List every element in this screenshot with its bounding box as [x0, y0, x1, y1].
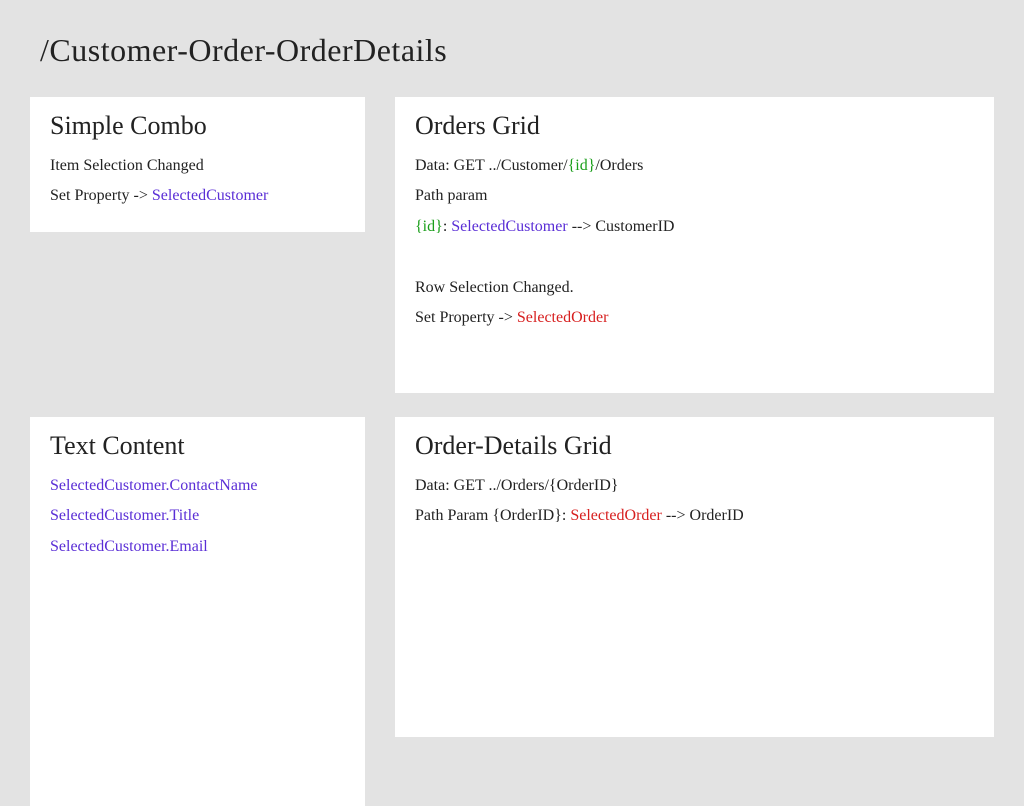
data-label-pre: Data: GET ../Customer/	[415, 157, 568, 174]
order-details-data-line: Data: GET ../Orders/{OrderID}	[415, 471, 974, 501]
spacer	[415, 242, 974, 272]
od-pp-post: --> OrderID	[662, 507, 744, 524]
path-param-label: Path param	[415, 181, 974, 211]
path-param-binding: {id}: SelectedCustomer --> CustomerID	[415, 212, 974, 242]
card-orders-grid: Orders Grid Data: GET ../Customer/{id}/O…	[395, 97, 994, 393]
binding-contact-name: SelectedCustomer.ContactName	[50, 471, 345, 501]
card-order-details: Order-Details Grid Data: GET ../Orders/{…	[395, 417, 994, 737]
wireframe-page: /Customer-Order-OrderDetails Simple Comb…	[0, 0, 1024, 806]
set-property-label-2: Set Property ->	[415, 309, 517, 326]
var-selected-customer: SelectedCustomer	[152, 187, 268, 204]
od-pp-pre: Path Param {OrderID}:	[415, 507, 570, 524]
path-token-id-2: {id}	[415, 218, 443, 235]
page-title: /Customer-Order-OrderDetails	[40, 32, 994, 69]
pp-arrow: --> CustomerID	[568, 218, 675, 235]
card-text-content: Text Content SelectedCustomer.ContactNam…	[30, 417, 365, 806]
row-selection-event: Row Selection Changed.	[415, 273, 974, 303]
data-label-post: /Orders	[595, 157, 643, 174]
orders-data-line: Data: GET ../Customer/{id}/Orders	[415, 151, 974, 181]
layout-grid: Simple Combo Item Selection Changed Set …	[30, 97, 994, 806]
simple-combo-event: Item Selection Changed	[50, 151, 345, 181]
var-selected-order: SelectedOrder	[517, 309, 609, 326]
var-selected-order-2: SelectedOrder	[570, 507, 662, 524]
binding-title: SelectedCustomer.Title	[50, 501, 345, 531]
card-title-orders-grid: Orders Grid	[415, 111, 974, 141]
card-simple-combo: Simple Combo Item Selection Changed Set …	[30, 97, 365, 232]
order-details-path-param: Path Param {OrderID}: SelectedOrder --> …	[415, 501, 974, 531]
row-selection-action: Set Property -> SelectedOrder	[415, 303, 974, 333]
binding-email: SelectedCustomer.Email	[50, 532, 345, 562]
simple-combo-action: Set Property -> SelectedCustomer	[50, 181, 345, 211]
card-title-simple-combo: Simple Combo	[50, 111, 345, 141]
set-property-label: Set Property ->	[50, 187, 152, 204]
path-token-id: {id}	[568, 157, 596, 174]
pp-sep: :	[443, 218, 451, 235]
var-selected-customer-2: SelectedCustomer	[451, 218, 567, 235]
card-title-text-content: Text Content	[50, 431, 345, 461]
card-title-order-details: Order-Details Grid	[415, 431, 974, 461]
